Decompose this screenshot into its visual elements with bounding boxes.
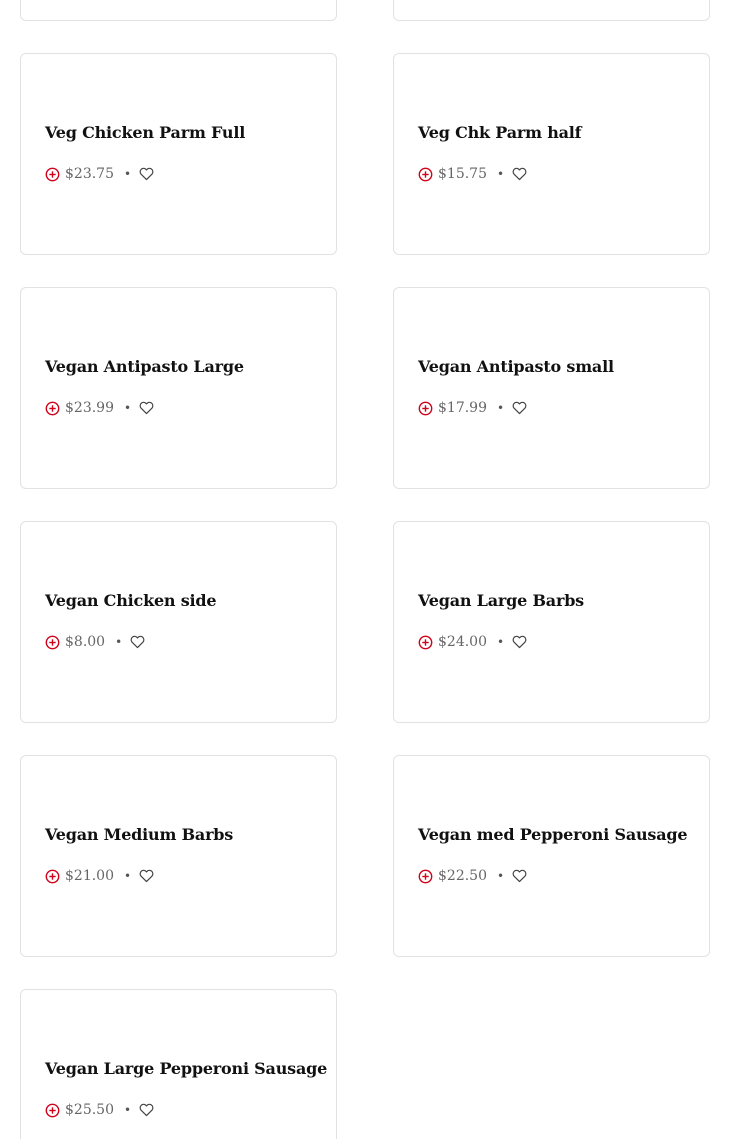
heart-outline-icon[interactable]: [512, 635, 527, 649]
price-row: $23.99 •: [45, 399, 154, 417]
price-row: $17.99 •: [418, 399, 527, 417]
separator-dot: •: [115, 635, 123, 649]
item-price: $8.00: [65, 634, 106, 650]
item-name: Vegan Antipasto small: [418, 357, 614, 376]
plus-circle-icon[interactable]: [45, 167, 60, 182]
plus-circle-icon[interactable]: [45, 401, 60, 416]
price-row: $21.00 •: [45, 867, 154, 885]
separator-dot: •: [124, 401, 132, 415]
item-price: $23.75: [65, 166, 114, 182]
menu-item-card[interactable]: Vegan Medium Barbs $21.00 •: [20, 755, 337, 957]
menu-item-card[interactable]: Vegan Antipasto small $17.99 •: [393, 287, 710, 489]
menu-item-card[interactable]: Vegan Antipasto Large $23.99 •: [20, 287, 337, 489]
item-name: Veg Chk Parm half: [418, 123, 582, 142]
price-row: $25.50 •: [45, 1101, 154, 1119]
price-row: $24.00 •: [418, 633, 527, 651]
separator-dot: •: [124, 869, 132, 883]
item-price: $22.50: [438, 868, 487, 884]
separator-dot: •: [497, 401, 505, 415]
price-row: $22.50 •: [418, 867, 527, 885]
item-price: $17.99: [438, 400, 487, 416]
plus-circle-icon[interactable]: [418, 635, 433, 650]
menu-item-card[interactable]: Vegan med Pepperoni Sausage $22.50 •: [393, 755, 710, 957]
item-name: Vegan Large Barbs: [418, 591, 584, 610]
item-name: Vegan med Pepperoni Sausage: [418, 825, 688, 844]
item-name: Vegan Chicken side: [45, 591, 217, 610]
item-price: $25.50: [65, 1102, 114, 1118]
item-price: $15.75: [438, 166, 487, 182]
price-row: $15.75 •: [418, 165, 527, 183]
item-price: $23.99: [65, 400, 114, 416]
menu-item-card[interactable]: Veg Chicken Parm Full $23.75 •: [20, 53, 337, 255]
price-row: $8.00 •: [45, 633, 145, 651]
heart-outline-icon[interactable]: [512, 167, 527, 181]
price-row: $23.75 •: [45, 165, 154, 183]
plus-circle-icon[interactable]: [45, 635, 60, 650]
separator-dot: •: [497, 167, 505, 181]
heart-outline-icon[interactable]: [512, 869, 527, 883]
menu-item-card[interactable]: [20, 0, 337, 21]
separator-dot: •: [124, 1103, 132, 1117]
heart-outline-icon[interactable]: [139, 167, 154, 181]
item-name: Vegan Large Pepperoni Sausage: [45, 1059, 328, 1078]
plus-circle-icon[interactable]: [45, 1103, 60, 1118]
heart-outline-icon[interactable]: [512, 401, 527, 415]
menu-item-card[interactable]: Veg Chk Parm half $15.75 •: [393, 53, 710, 255]
menu-item-card[interactable]: [393, 0, 710, 21]
heart-outline-icon[interactable]: [139, 401, 154, 415]
heart-outline-icon[interactable]: [130, 635, 145, 649]
separator-dot: •: [124, 167, 132, 181]
plus-circle-icon[interactable]: [418, 869, 433, 884]
item-name: Vegan Antipasto Large: [45, 357, 244, 376]
menu-item-card[interactable]: Vegan Chicken side $8.00 •: [20, 521, 337, 723]
heart-outline-icon[interactable]: [139, 1103, 154, 1117]
separator-dot: •: [497, 635, 505, 649]
separator-dot: •: [497, 869, 505, 883]
plus-circle-icon[interactable]: [45, 869, 60, 884]
plus-circle-icon[interactable]: [418, 167, 433, 182]
item-name: Veg Chicken Parm Full: [45, 123, 246, 142]
item-price: $24.00: [438, 634, 487, 650]
item-price: $21.00: [65, 868, 114, 884]
plus-circle-icon[interactable]: [418, 401, 433, 416]
item-name: Vegan Medium Barbs: [45, 825, 234, 844]
menu-item-card[interactable]: Vegan Large Pepperoni Sausage $25.50 •: [20, 989, 337, 1139]
heart-outline-icon[interactable]: [139, 869, 154, 883]
menu-item-card[interactable]: Vegan Large Barbs $24.00 •: [393, 521, 710, 723]
